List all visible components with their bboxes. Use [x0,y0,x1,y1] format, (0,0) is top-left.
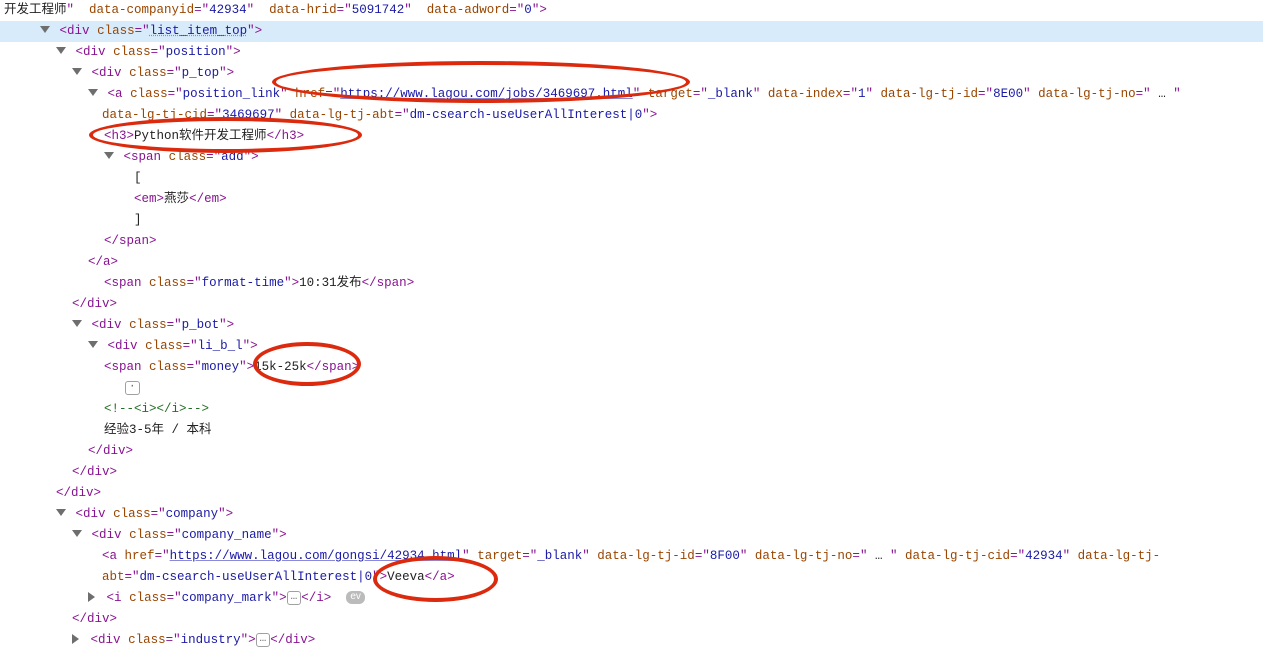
code-line: </div> [0,483,1263,504]
code-line[interactable]: <div class="industry">…</div> [0,630,1263,651]
code-line: </div> [0,294,1263,315]
toggle-arrow-open-icon[interactable] [40,26,50,33]
code-line: </div> [0,462,1263,483]
expand-badge-icon[interactable]: … [287,591,302,605]
attr: data-companyid [89,3,194,17]
code-line-wrap: abt="dm-csearch-useUserAllInterest|0">Ve… [0,567,1263,588]
code-line[interactable]: <a class="position_link" href="https://w… [0,84,1263,105]
code-line[interactable]: <div class="company"> [0,504,1263,525]
code-line[interactable]: <div class="company_name"> [0,525,1263,546]
toggle-arrow-open-icon[interactable] [88,89,98,96]
toggle-arrow-closed-icon[interactable] [88,592,95,602]
code-line[interactable]: <a href="https://www.lagou.com/gongsi/42… [0,546,1263,567]
code-line[interactable]: · [0,378,1263,399]
toggle-arrow-open-icon[interactable] [104,152,114,159]
expand-badge-icon[interactable]: … [256,633,271,647]
toggle-arrow-open-icon[interactable] [72,320,82,327]
code-line: [ [0,168,1263,189]
code-line: ] [0,210,1263,231]
code-line: <!--<i></i>--> [0,399,1263,420]
code-line[interactable]: <h3>Python软件开发工程师</h3> [0,126,1263,147]
code-line[interactable]: <div class="li_b_l"> [0,336,1263,357]
toggle-arrow-open-icon[interactable] [88,341,98,348]
code-line[interactable]: <span class="format-time">10:31发布</span> [0,273,1263,294]
code-line: </span> [0,231,1263,252]
code-line[interactable]: <div class="p_bot"> [0,315,1263,336]
toggle-arrow-open-icon[interactable] [72,530,82,537]
code-line: </div> [0,441,1263,462]
code-line: </div> [0,609,1263,630]
code-line[interactable]: <div class="p_top"> [0,63,1263,84]
code-line[interactable]: <span class="add"> [0,147,1263,168]
event-listener-badge-icon[interactable]: ev [346,591,365,604]
code-line: 经验3-5年 / 本科 [0,420,1263,441]
code-line: </a> [0,252,1263,273]
expand-badge-icon[interactable]: · [125,381,140,395]
code-line-wrap: data-lg-tj-cid="3469697" data-lg-tj-abt=… [0,105,1263,126]
code-line: 开发工程师" data-companyid="42934" data-hrid=… [0,0,1263,21]
code-line[interactable]: <span class="money">15k-25k</span> [0,357,1263,378]
code-line[interactable]: <i class="company_mark">…</i> ev [0,588,1263,609]
code-line[interactable]: <em>燕莎</em> [0,189,1263,210]
toggle-arrow-open-icon[interactable] [56,47,66,54]
code-line[interactable]: <div class="position"> [0,42,1263,63]
toggle-arrow-closed-icon[interactable] [72,634,79,644]
toggle-arrow-open-icon[interactable] [72,68,82,75]
selected-node[interactable]: <div class="list_item_top"> [0,21,1263,42]
text-fragment: 开发工程师 [4,3,67,17]
toggle-arrow-open-icon[interactable] [56,509,66,516]
